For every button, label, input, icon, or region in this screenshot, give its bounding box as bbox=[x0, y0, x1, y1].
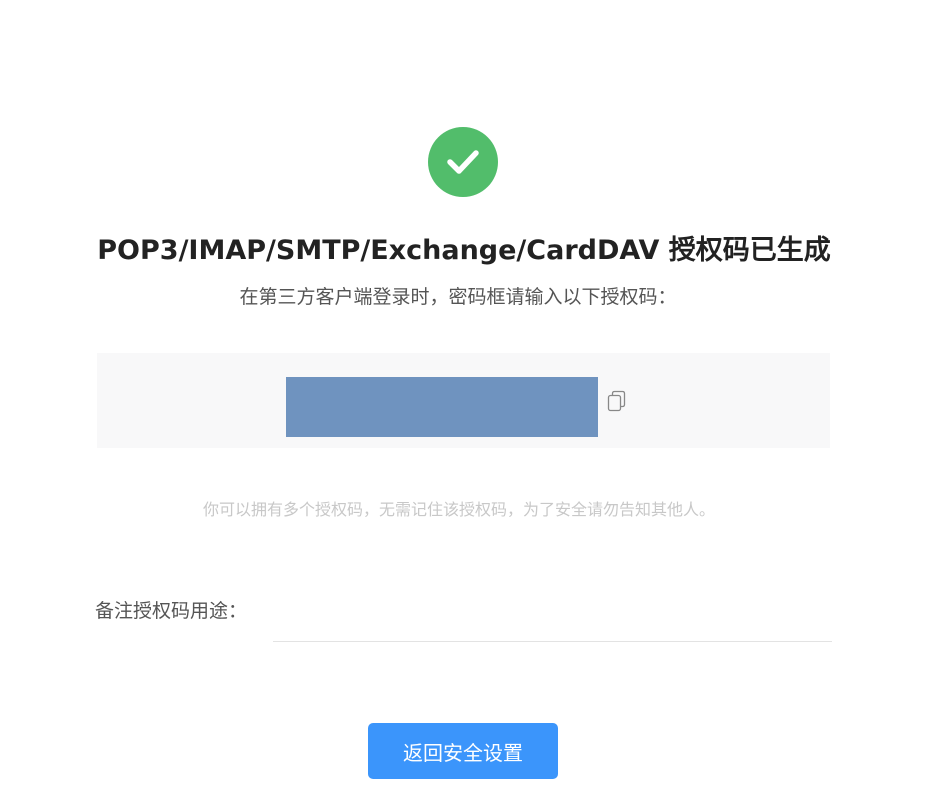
page-subtitle: 在第三方客户端登录时，密码框请输入以下授权码： bbox=[239, 286, 677, 308]
auth-code-value-masked bbox=[286, 377, 598, 437]
copy-icon[interactable] bbox=[606, 389, 628, 415]
security-tip: 你可以拥有多个授权码，无需记住该授权码，为了安全请勿告知其他人。 bbox=[202, 500, 715, 519]
check-circle-icon bbox=[428, 127, 498, 197]
remark-label: 备注授权码用途： bbox=[95, 600, 248, 622]
remark-input[interactable] bbox=[273, 590, 832, 642]
checkmark-icon bbox=[447, 150, 479, 174]
auth-code-box bbox=[97, 353, 830, 448]
back-to-security-settings-button[interactable]: 返回安全设置 bbox=[368, 723, 558, 779]
page-title: POP3/IMAP/SMTP/Exchange/CardDAV 授权码已生成 bbox=[97, 235, 831, 266]
